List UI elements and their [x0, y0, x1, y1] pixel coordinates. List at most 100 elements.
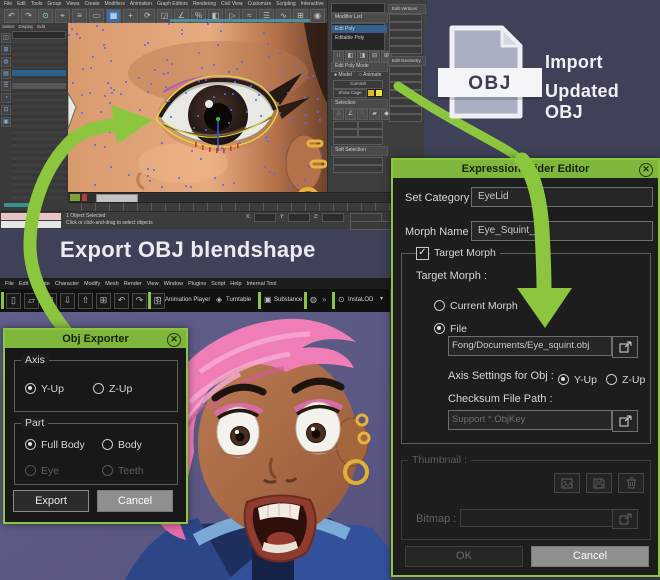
keyframe-marker-red[interactable]	[82, 194, 87, 201]
file-radio[interactable]: File	[434, 319, 467, 337]
max-menu-item[interactable]: Create	[85, 1, 100, 7]
redo-icon[interactable]: ↷	[21, 9, 36, 23]
show-end-result-icon[interactable]: ◧	[345, 51, 356, 62]
morph-name-input[interactable]: Eye_Squint_L	[471, 221, 653, 241]
max-menu-item[interactable]: Modifiers	[105, 1, 125, 7]
expression-editor-titlebar[interactable]: Expression Slider Editor	[393, 160, 658, 178]
turntable-button[interactable]: Turntable	[226, 297, 251, 303]
display-geometry-icon[interactable]: ⊞	[1, 45, 11, 55]
full-body-radio[interactable]: Full Body	[25, 435, 85, 453]
grow-button[interactable]	[358, 121, 383, 129]
crossing-selection-icon[interactable]: ▦	[106, 9, 121, 23]
vertex-mode-icon[interactable]: ∴	[333, 109, 344, 120]
time-tag-field[interactable]	[350, 221, 392, 230]
scene-explorer-tab[interactable]: Edit	[37, 24, 45, 29]
scene-explorer-hover-row[interactable]	[12, 83, 66, 89]
max-menu-item[interactable]: Tools	[31, 1, 43, 7]
polygon-mode-icon[interactable]: ▰	[369, 109, 380, 120]
animation-player-icon[interactable]: ⊙	[155, 295, 162, 304]
rollout-selection[interactable]: Selection	[331, 99, 388, 109]
material-editor-icon[interactable]: ◉	[310, 9, 325, 23]
edit-vertices-button[interactable]	[389, 38, 422, 46]
target-morph-checkbox[interactable]: ✓	[416, 247, 429, 260]
cancel-button[interactable]: Cancel	[97, 490, 173, 512]
move-icon[interactable]: +	[123, 9, 138, 23]
scene-explorer-tab[interactable]: Select	[2, 24, 15, 29]
new-project-icon[interactable]: ▯	[6, 293, 21, 309]
y-coord-field[interactable]	[288, 213, 310, 222]
rect-selection-icon[interactable]: ▭	[89, 9, 104, 23]
cc-menu-item[interactable]: Modify	[84, 281, 100, 287]
display-lights-icon[interactable]: ▤	[1, 69, 11, 79]
close-icon[interactable]: ✕	[639, 163, 653, 177]
cage-color-swatch[interactable]	[367, 89, 375, 97]
make-unique-icon[interactable]: ◨	[357, 51, 368, 62]
cc-menu-item[interactable]: File	[5, 281, 14, 287]
soft-selection-option[interactable]	[333, 157, 383, 165]
edit-geometry-button[interactable]	[389, 82, 422, 90]
ring-button[interactable]	[333, 129, 358, 137]
modifier-stack-item[interactable]: Edit Poly	[332, 25, 387, 33]
select-by-name-icon[interactable]: ≡	[72, 9, 87, 23]
cancel-button[interactable]: Cancel	[531, 546, 649, 567]
obj-exporter-titlebar[interactable]: Obj Exporter	[5, 330, 186, 348]
cc-menu-item[interactable]: Render	[124, 281, 142, 287]
substance-icon[interactable]: ▣	[264, 295, 272, 304]
undo-icon[interactable]: ↶	[4, 9, 19, 23]
current-morph-radio[interactable]: Current Morph	[434, 296, 518, 314]
edit-geometry-button[interactable]	[389, 66, 422, 74]
max-menu-item[interactable]: File	[4, 1, 12, 7]
modifier-stack-item[interactable]: Editable Poly	[332, 34, 387, 42]
get-stack-selection-button[interactable]	[333, 137, 383, 145]
soft-selection-option[interactable]	[333, 165, 383, 173]
remove-modifier-icon[interactable]: ⊟	[369, 51, 380, 62]
border-mode-icon[interactable]: ◌	[357, 109, 368, 120]
instalod-icon[interactable]: ⊙	[338, 295, 345, 304]
max-menu-item[interactable]: Civil View	[221, 1, 243, 7]
modifier-list-dropdown[interactable]: Modifier List	[331, 13, 388, 23]
z-coord-field[interactable]	[322, 213, 344, 222]
rotate-icon[interactable]: ⟳	[140, 9, 155, 23]
loop-button[interactable]	[358, 129, 383, 137]
max-menu-item[interactable]: Group	[47, 1, 61, 7]
display-bones-icon[interactable]: ▣	[1, 117, 11, 127]
close-icon[interactable]: ✕	[167, 333, 181, 347]
max-menu-item[interactable]: Customize	[248, 1, 272, 7]
max-viewport[interactable]	[68, 23, 327, 192]
scene-explorer-search-input[interactable]	[12, 31, 66, 39]
max-menu-item[interactable]: Views	[66, 1, 79, 7]
turntable-icon[interactable]: ◈	[216, 295, 222, 304]
edit-vertices-button[interactable]	[389, 30, 422, 38]
rollout-edit-geometry[interactable]: Edit Geometry	[388, 56, 426, 66]
z-up-radio[interactable]: Z-Up	[93, 379, 132, 397]
object-name-field[interactable]	[331, 3, 385, 13]
edit-vertices-button[interactable]	[389, 22, 422, 30]
shrink-button[interactable]	[333, 121, 358, 129]
select-object-icon[interactable]: ⌖	[55, 9, 70, 23]
keyframe-marker[interactable]	[70, 194, 80, 201]
link-icon[interactable]: ⊙	[38, 9, 53, 23]
x-coord-field[interactable]	[254, 213, 276, 222]
obj-y-up-radio[interactable]: Y-Up	[558, 370, 597, 388]
import-icon[interactable]: ⇩	[60, 293, 75, 309]
checksum-input[interactable]: Support *.ObjKey	[452, 414, 525, 425]
max-menu-item[interactable]: Graph Editors	[157, 1, 188, 7]
cc-menu-item[interactable]: Help	[230, 281, 241, 287]
maxscript-mini-listener[interactable]	[1, 213, 61, 220]
file-path-input[interactable]: Fong/Documents/Eye_squint.obj	[448, 336, 612, 356]
merge-icon[interactable]: ⊞	[96, 293, 111, 309]
instalod-button[interactable]: InstaLOD	[348, 297, 373, 303]
edge-mode-icon[interactable]: ∠	[345, 109, 356, 120]
toolbar-overflow-chevron[interactable]: »	[322, 295, 326, 304]
display-helpers-icon[interactable]: ◔	[1, 93, 11, 103]
mode-model-radio[interactable]: ● Model	[334, 72, 352, 78]
set-category-input[interactable]: EyeLid	[471, 187, 653, 207]
obj-z-up-radio[interactable]: Z-Up	[606, 370, 645, 388]
undo-icon[interactable]: ↶	[114, 293, 129, 309]
max-menu-item[interactable]: Animation	[130, 1, 152, 7]
rollout-edit-vertices[interactable]: Edit Vertices	[388, 4, 426, 14]
edit-vertices-button[interactable]	[389, 14, 422, 22]
display-shapes-icon[interactable]: ◍	[1, 57, 11, 67]
cc-menu-item[interactable]: Create	[33, 281, 50, 287]
cc-menu-item[interactable]: Edit	[19, 281, 28, 287]
